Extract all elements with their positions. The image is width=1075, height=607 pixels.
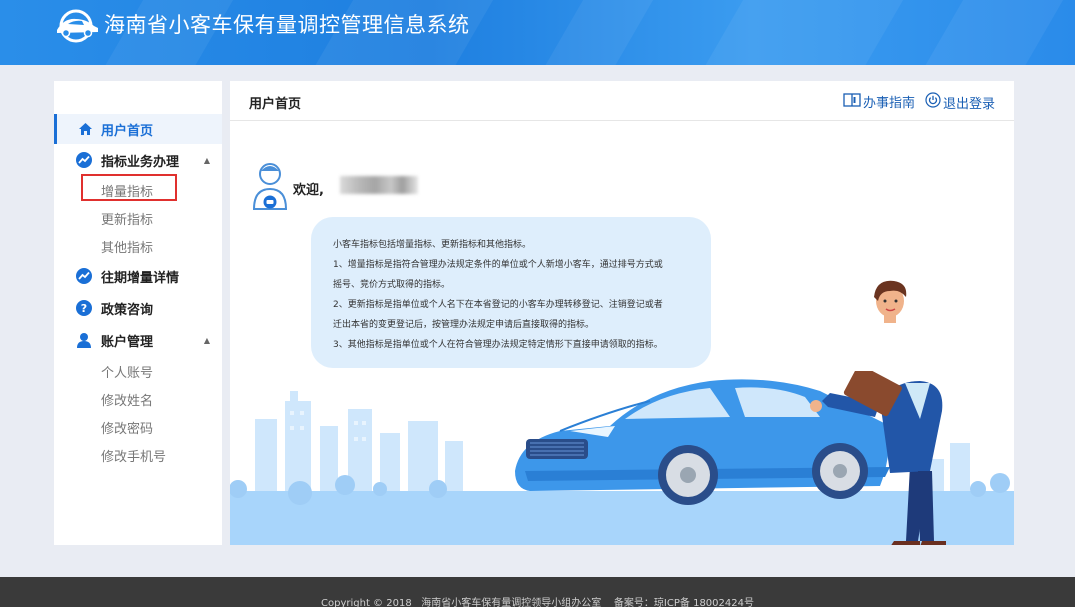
- sidebar-subitem-edit-name[interactable]: 修改姓名: [101, 390, 153, 409]
- main-header: 用户首页 办事指南 退出登录: [230, 81, 1014, 121]
- sidebar-item-label: 政策咨询: [101, 302, 154, 318]
- logout-link[interactable]: 退出登录: [925, 92, 995, 112]
- user-icon: [76, 332, 92, 348]
- logout-link-label: 退出登录: [943, 96, 996, 112]
- info-line: 2、更新指标是指单位或个人名下在本省登记的小客车办理转移登记、注销登记或者: [333, 300, 663, 310]
- blurred-username: [340, 176, 418, 194]
- caret-up-icon: ▲: [203, 155, 210, 165]
- svg-text:?: ?: [81, 302, 87, 315]
- welcome-text: 欢迎,: [293, 183, 324, 198]
- sidebar-item-quota-business[interactable]: 指标业务办理 ▲: [54, 145, 222, 175]
- sidebar: 用户首页 指标业务办理 ▲ 增量指标 更新指标 其他指标 往期增量详情 ? 政策…: [54, 81, 222, 545]
- sidebar-item-account[interactable]: 账户管理 ▲: [54, 325, 222, 355]
- info-line: 3、其他指标是指单位或个人在符合管理办法规定特定情形下直接申请领取的指标。: [333, 340, 663, 350]
- book-icon: [843, 92, 861, 111]
- sidebar-subitem-edit-phone[interactable]: 修改手机号: [101, 446, 166, 465]
- guide-link-label: 办事指南: [863, 96, 916, 111]
- sidebar-subitem-incremental-quota[interactable]: 增量指标: [101, 181, 153, 200]
- car-circle-logo-icon: [57, 9, 98, 43]
- trend-icon: [76, 268, 92, 284]
- footer-copyright: Copyright © 2018 海南省小客车保有量调控领导小组办公室 备案号：…: [321, 598, 754, 607]
- user-avatar-icon: [252, 163, 288, 210]
- footer: Copyright © 2018 海南省小客车保有量调控领导小组办公室 备案号：…: [0, 577, 1075, 607]
- sidebar-subitem-personal-account[interactable]: 个人账号: [101, 362, 153, 381]
- info-line: 摇号、竞价方式取得的指标。: [333, 280, 451, 290]
- sidebar-item-label: 指标业务办理: [101, 154, 180, 170]
- car-illustration: [230, 371, 1014, 545]
- info-line: 迁出本省的变更登记后，按管理办法规定申请后直接取得的指标。: [333, 320, 595, 330]
- sidebar-subitem-update-quota[interactable]: 更新指标: [101, 209, 153, 228]
- question-icon: ?: [76, 300, 92, 316]
- trend-icon: [76, 152, 92, 168]
- info-line: 1、增量指标是指符合管理办法规定条件的单位或个人新增小客车，通过排号方式或: [333, 260, 663, 270]
- guide-link[interactable]: 办事指南: [843, 92, 915, 111]
- sidebar-item-policy[interactable]: ? 政策咨询: [54, 293, 222, 323]
- sidebar-item-label: 用户首页: [101, 123, 154, 139]
- main-panel: 用户首页 办事指南 退出登录 欢迎, 小客车指标包括增量指标、更新指标和其他指标…: [230, 81, 1014, 545]
- sidebar-item-home[interactable]: 用户首页: [54, 114, 222, 144]
- home-icon: [77, 121, 93, 137]
- sidebar-subitem-edit-password[interactable]: 修改密码: [101, 418, 153, 437]
- guide-man-head: [874, 280, 907, 323]
- site-title: 海南省小客车保有量调控管理信息系统: [104, 13, 470, 37]
- app-header: 海南省小客车保有量调控管理信息系统: [0, 0, 1075, 65]
- sidebar-item-label: 往期增量详情: [101, 270, 180, 286]
- power-icon: [925, 92, 941, 112]
- info-bubble: 小客车指标包括增量指标、更新指标和其他指标。 1、增量指标是指符合管理办法规定条…: [311, 217, 711, 368]
- page-title: 用户首页: [249, 97, 302, 112]
- sidebar-item-past-details[interactable]: 往期增量详情: [54, 261, 222, 291]
- info-line: 小客车指标包括增量指标、更新指标和其他指标。: [333, 240, 532, 250]
- sidebar-item-label: 账户管理: [101, 334, 154, 350]
- sidebar-subitem-other-quota[interactable]: 其他指标: [101, 237, 153, 256]
- caret-up-icon: ▲: [203, 335, 210, 345]
